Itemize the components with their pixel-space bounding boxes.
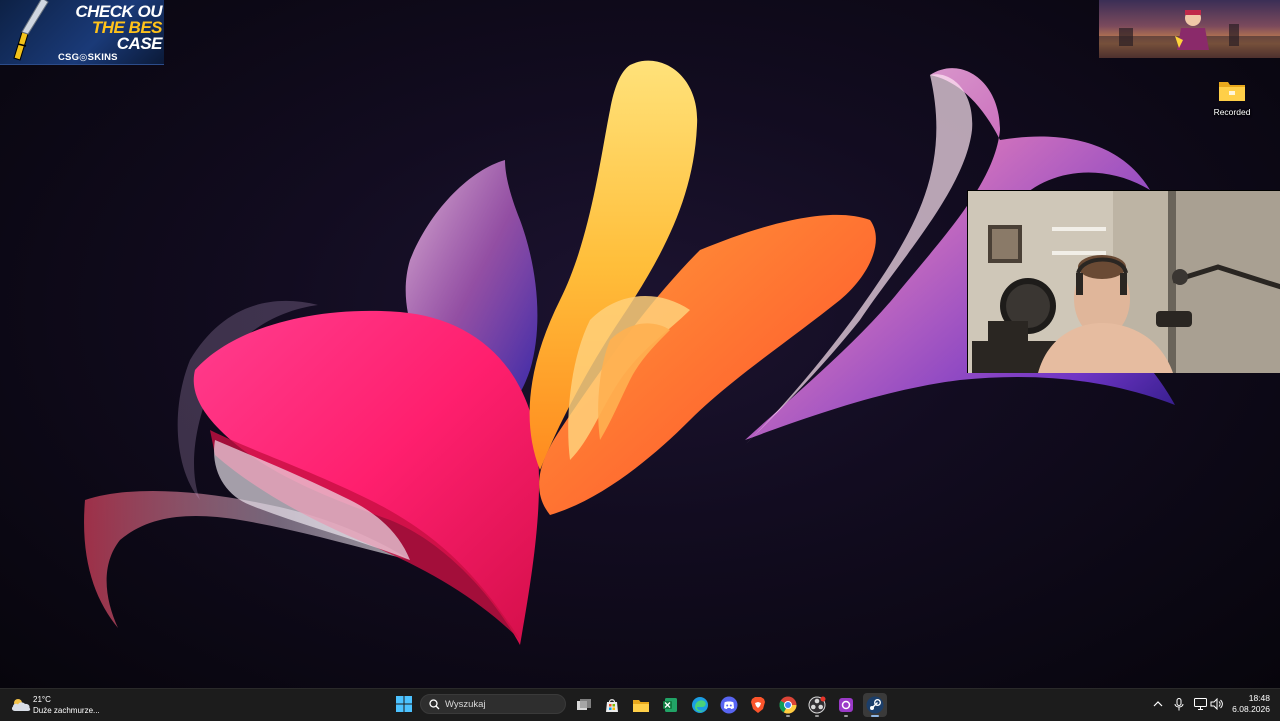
taskbar-app-brave[interactable] — [746, 693, 770, 717]
taskbar: 21°C Duże zachmurze... Wyszukaj 18:48 6.… — [0, 688, 1280, 721]
promo-brand-logo: CSG◎SKINS — [58, 52, 118, 63]
windows-logo-icon — [396, 696, 412, 712]
desktop-item-label: Recorded — [1213, 107, 1251, 117]
taskbar-clock[interactable]: 18:48 6.08.2026 — [1220, 693, 1270, 715]
steam-icon — [866, 696, 884, 714]
taskbar-app-chrome[interactable] — [776, 693, 800, 717]
search-icon — [429, 699, 440, 710]
webcam-feed — [967, 190, 1280, 373]
taskbar-app-excel[interactable] — [658, 693, 682, 717]
weather-description: Duże zachmurze... — [33, 706, 100, 715]
weather-temperature: 21°C — [33, 695, 51, 704]
taskbar-app-obs[interactable] — [805, 693, 829, 717]
cloud-icon — [11, 699, 31, 711]
start-button[interactable] — [393, 693, 415, 715]
taskbar-app-discord[interactable] — [717, 693, 741, 717]
obs-icon — [808, 696, 826, 714]
clock-date: 6.08.2026 — [1232, 704, 1270, 714]
tray-microphone[interactable] — [1172, 697, 1186, 711]
folder-icon — [1219, 82, 1245, 101]
knife-icon — [13, 0, 49, 61]
desktop[interactable]: CHECK OU THE BES CASE CSG◎SKINS Recorded — [0, 0, 1280, 688]
edge-icon — [692, 697, 708, 713]
promo-banner[interactable]: CHECK OU THE BES CASE CSG◎SKINS — [0, 0, 164, 65]
excel-icon — [663, 698, 677, 712]
search-input[interactable] — [445, 697, 557, 711]
brave-icon — [751, 697, 765, 713]
task-view-icon — [577, 699, 591, 710]
folder-icon — [633, 699, 649, 712]
taskbar-app-file-explorer[interactable] — [629, 693, 653, 717]
taskbar-search[interactable] — [420, 694, 566, 714]
stream-overlay-image — [1099, 0, 1280, 58]
app-icon — [839, 698, 853, 712]
taskbar-app-microsoft-store[interactable] — [600, 693, 624, 717]
network-icon — [1193, 698, 1207, 710]
promo-headline-line-3: CASE — [116, 34, 163, 53]
discord-icon — [720, 696, 738, 714]
webcam-image — [968, 191, 1280, 373]
store-icon — [606, 699, 618, 712]
clock-time: 18:48 — [1248, 693, 1270, 703]
weather-widget[interactable]: 21°C Duże zachmurze... — [10, 692, 110, 718]
taskbar-app-edge[interactable] — [688, 693, 712, 717]
desktop-item-recorded[interactable]: Recorded — [1204, 74, 1260, 122]
taskbar-app-steam[interactable] — [863, 693, 887, 717]
taskbar-app-streaming[interactable] — [834, 693, 858, 717]
chrome-icon — [779, 696, 797, 714]
avatar-scene-image — [1099, 10, 1280, 58]
tray-network[interactable] — [1193, 697, 1207, 711]
microphone-icon — [1174, 697, 1184, 710]
taskbar-app-task-view[interactable] — [572, 693, 596, 717]
show-hidden-icons-button[interactable] — [1151, 697, 1165, 711]
chevron-up-icon — [1153, 701, 1163, 707]
